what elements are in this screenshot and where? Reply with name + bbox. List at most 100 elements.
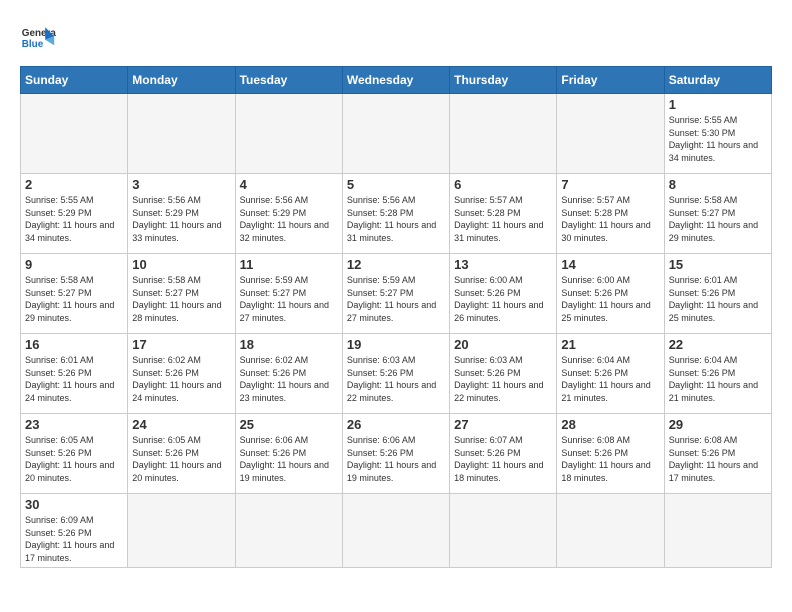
calendar-cell: 26 Sunrise: 6:06 AM Sunset: 5:26 PM Dayli…	[342, 414, 449, 494]
calendar-cell: 12Sunrise: 5:59 AM Sunset: 5:27 PM Dayli…	[342, 254, 449, 334]
day-number: 23	[25, 417, 123, 432]
calendar-cell: 29 Sunrise: 6:08 AM Sunset: 5:26 PM Dayli…	[664, 414, 771, 494]
calendar-cell	[235, 94, 342, 174]
day-number: 19	[347, 337, 445, 352]
calendar-cell: 30 Sunrise: 6:09 AM Sunset: 5:26 PM Dayli…	[21, 494, 128, 568]
col-header-tuesday: Tuesday	[235, 67, 342, 94]
day-info: Sunrise: 5:58 AM Sunset: 5:27 PM Dayligh…	[132, 274, 230, 324]
calendar-cell: 18 Sunrise: 6:02 AM Sunset: 5:26 PM Dayli…	[235, 334, 342, 414]
day-number: 26	[347, 417, 445, 432]
calendar-cell: 8 Sunrise: 5:58 AM Sunset: 5:27 PM Daylig…	[664, 174, 771, 254]
day-info: Sunrise: 5:55 AM Sunset: 5:30 PM Dayligh…	[669, 114, 767, 164]
page-header: General Blue	[20, 20, 772, 56]
col-header-saturday: Saturday	[664, 67, 771, 94]
calendar-cell: 15 Sunrise: 6:01 AM Sunset: 5:26 PM Dayli…	[664, 254, 771, 334]
day-number: 17	[132, 337, 230, 352]
day-number: 27	[454, 417, 552, 432]
day-info: Sunrise: 6:01 AM Sunset: 5:26 PM Dayligh…	[25, 354, 123, 404]
calendar-cell: 4 Sunrise: 5:56 AM Sunset: 5:29 PM Daylig…	[235, 174, 342, 254]
calendar-cell: 22 Sunrise: 6:04 AM Sunset: 5:26 PM Dayli…	[664, 334, 771, 414]
day-info: Sunrise: 6:03 AM Sunset: 5:26 PM Dayligh…	[347, 354, 445, 404]
calendar-week-5: 30 Sunrise: 6:09 AM Sunset: 5:26 PM Dayli…	[21, 494, 772, 568]
calendar-week-0: 1Sunrise: 5:55 AM Sunset: 5:30 PM Daylig…	[21, 94, 772, 174]
day-number: 4	[240, 177, 338, 192]
day-info: Sunrise: 5:57 AM Sunset: 5:28 PM Dayligh…	[454, 194, 552, 244]
day-number: 22	[669, 337, 767, 352]
day-info: Sunrise: 5:56 AM Sunset: 5:28 PM Dayligh…	[347, 194, 445, 244]
calendar-cell	[450, 94, 557, 174]
day-number: 8	[669, 177, 767, 192]
svg-text:Blue: Blue	[22, 39, 44, 50]
day-info: Sunrise: 6:01 AM Sunset: 5:26 PM Dayligh…	[669, 274, 767, 324]
day-number: 10	[132, 257, 230, 272]
calendar-cell	[235, 494, 342, 568]
calendar-cell: 9Sunrise: 5:58 AM Sunset: 5:27 PM Daylig…	[21, 254, 128, 334]
day-info: Sunrise: 6:02 AM Sunset: 5:26 PM Dayligh…	[132, 354, 230, 404]
day-info: Sunrise: 6:09 AM Sunset: 5:26 PM Dayligh…	[25, 514, 123, 564]
day-number: 25	[240, 417, 338, 432]
day-info: Sunrise: 5:56 AM Sunset: 5:29 PM Dayligh…	[132, 194, 230, 244]
day-number: 12	[347, 257, 445, 272]
day-number: 13	[454, 257, 552, 272]
day-number: 6	[454, 177, 552, 192]
day-number: 16	[25, 337, 123, 352]
day-number: 2	[25, 177, 123, 192]
day-info: Sunrise: 6:08 AM Sunset: 5:26 PM Dayligh…	[669, 434, 767, 484]
day-number: 15	[669, 257, 767, 272]
day-number: 18	[240, 337, 338, 352]
calendar-cell	[557, 94, 664, 174]
calendar-cell	[128, 94, 235, 174]
calendar-cell: 13 Sunrise: 6:00 AM Sunset: 5:26 PM Dayli…	[450, 254, 557, 334]
day-info: Sunrise: 6:08 AM Sunset: 5:26 PM Dayligh…	[561, 434, 659, 484]
day-info: Sunrise: 6:06 AM Sunset: 5:26 PM Dayligh…	[347, 434, 445, 484]
calendar-cell: 6 Sunrise: 5:57 AM Sunset: 5:28 PM Daylig…	[450, 174, 557, 254]
day-info: Sunrise: 6:00 AM Sunset: 5:26 PM Dayligh…	[561, 274, 659, 324]
col-header-friday: Friday	[557, 67, 664, 94]
calendar-week-2: 9Sunrise: 5:58 AM Sunset: 5:27 PM Daylig…	[21, 254, 772, 334]
calendar-cell: 27 Sunrise: 6:07 AM Sunset: 5:26 PM Dayli…	[450, 414, 557, 494]
day-info: Sunrise: 6:04 AM Sunset: 5:26 PM Dayligh…	[561, 354, 659, 404]
calendar-cell: 16 Sunrise: 6:01 AM Sunset: 5:26 PM Dayli…	[21, 334, 128, 414]
col-header-monday: Monday	[128, 67, 235, 94]
calendar-cell: 19 Sunrise: 6:03 AM Sunset: 5:26 PM Dayli…	[342, 334, 449, 414]
day-info: Sunrise: 5:58 AM Sunset: 5:27 PM Dayligh…	[669, 194, 767, 244]
calendar-week-1: 2 Sunrise: 5:55 AM Sunset: 5:29 PM Daylig…	[21, 174, 772, 254]
day-number: 20	[454, 337, 552, 352]
day-info: Sunrise: 6:06 AM Sunset: 5:26 PM Dayligh…	[240, 434, 338, 484]
day-info: Sunrise: 6:05 AM Sunset: 5:26 PM Dayligh…	[132, 434, 230, 484]
day-info: Sunrise: 6:04 AM Sunset: 5:26 PM Dayligh…	[669, 354, 767, 404]
calendar-cell	[128, 494, 235, 568]
calendar-cell: 11 Sunrise: 5:59 AM Sunset: 5:27 PM Dayli…	[235, 254, 342, 334]
calendar-cell: 25 Sunrise: 6:06 AM Sunset: 5:26 PM Dayli…	[235, 414, 342, 494]
day-number: 14	[561, 257, 659, 272]
calendar-cell	[664, 494, 771, 568]
day-info: Sunrise: 5:56 AM Sunset: 5:29 PM Dayligh…	[240, 194, 338, 244]
day-info: Sunrise: 5:57 AM Sunset: 5:28 PM Dayligh…	[561, 194, 659, 244]
calendar-cell	[557, 494, 664, 568]
calendar-header-row: SundayMondayTuesdayWednesdayThursdayFrid…	[21, 67, 772, 94]
calendar-cell: 10 Sunrise: 5:58 AM Sunset: 5:27 PM Dayli…	[128, 254, 235, 334]
calendar-cell: 17 Sunrise: 6:02 AM Sunset: 5:26 PM Dayli…	[128, 334, 235, 414]
day-number: 5	[347, 177, 445, 192]
day-info: Sunrise: 6:05 AM Sunset: 5:26 PM Dayligh…	[25, 434, 123, 484]
calendar-cell: 5 Sunrise: 5:56 AM Sunset: 5:28 PM Daylig…	[342, 174, 449, 254]
calendar-cell: 1Sunrise: 5:55 AM Sunset: 5:30 PM Daylig…	[664, 94, 771, 174]
calendar-cell	[342, 94, 449, 174]
calendar-week-3: 16 Sunrise: 6:01 AM Sunset: 5:26 PM Dayli…	[21, 334, 772, 414]
day-info: Sunrise: 5:58 AM Sunset: 5:27 PM Dayligh…	[25, 274, 123, 324]
col-header-wednesday: Wednesday	[342, 67, 449, 94]
calendar-cell: 20Sunrise: 6:03 AM Sunset: 5:26 PM Dayli…	[450, 334, 557, 414]
day-number: 28	[561, 417, 659, 432]
day-info: Sunrise: 5:59 AM Sunset: 5:27 PM Dayligh…	[240, 274, 338, 324]
day-info: Sunrise: 5:55 AM Sunset: 5:29 PM Dayligh…	[25, 194, 123, 244]
day-number: 7	[561, 177, 659, 192]
calendar-cell	[342, 494, 449, 568]
day-number: 29	[669, 417, 767, 432]
day-info: Sunrise: 6:00 AM Sunset: 5:26 PM Dayligh…	[454, 274, 552, 324]
day-number: 11	[240, 257, 338, 272]
day-info: Sunrise: 6:07 AM Sunset: 5:26 PM Dayligh…	[454, 434, 552, 484]
day-number: 30	[25, 497, 123, 512]
day-number: 24	[132, 417, 230, 432]
day-info: Sunrise: 6:02 AM Sunset: 5:26 PM Dayligh…	[240, 354, 338, 404]
calendar-cell: 21Sunrise: 6:04 AM Sunset: 5:26 PM Dayli…	[557, 334, 664, 414]
